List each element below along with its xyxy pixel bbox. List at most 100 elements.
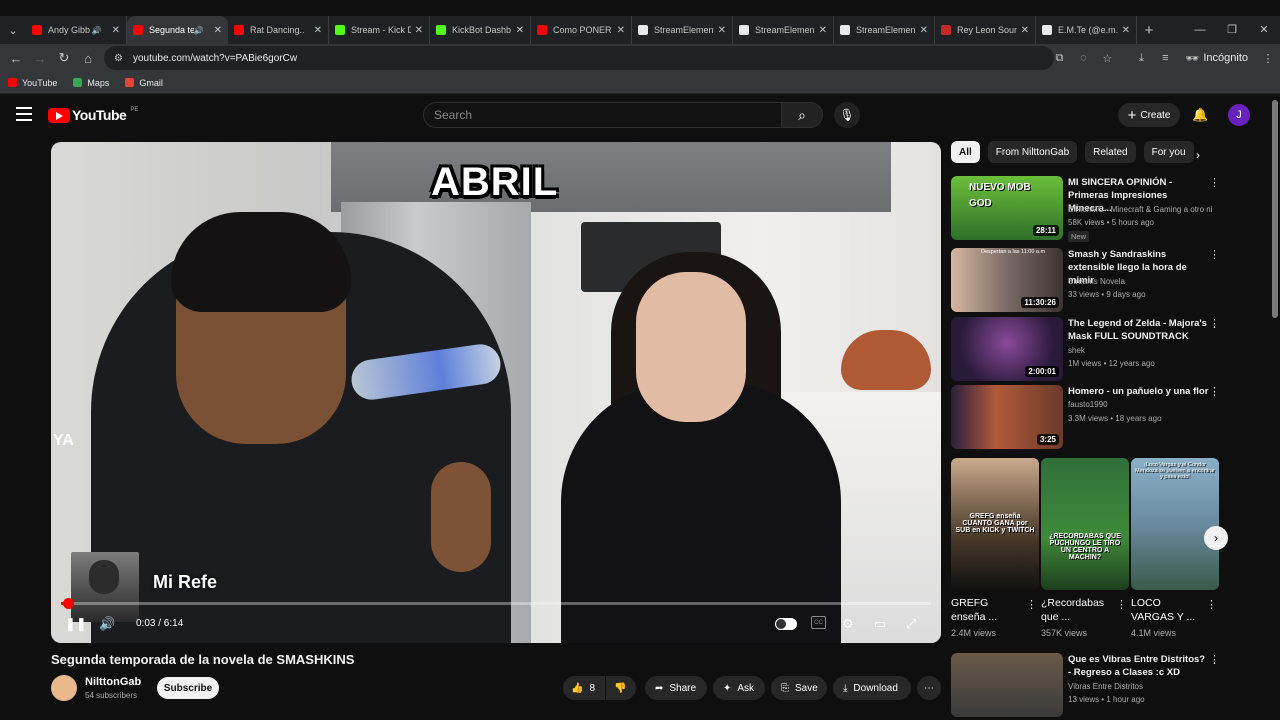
browser-tab[interactable]: StreamElemen ✕ xyxy=(733,16,834,44)
settings-gear-icon[interactable]: ⚙ xyxy=(842,616,854,632)
more-vertical-icon[interactable]: ⋮ xyxy=(1209,176,1220,189)
short-thumbnail[interactable]: GREFG enseña CUANTO GANA por SUB en KICK… xyxy=(951,458,1039,590)
recommended-video[interactable]: Despertan a las 11:00 a.m 11:30:26 Smash… xyxy=(951,248,1221,312)
video-player[interactable]: ABRIL YA Mi Refe ❚❚ 🔊 0:03 / 6:14 CC ⚙ ▭… xyxy=(51,142,941,643)
progress-bar[interactable] xyxy=(61,598,931,609)
video-thumbnail[interactable]: Despertan a las 11:00 a.m 11:30:26 xyxy=(951,248,1063,312)
restore-icon[interactable]: ❐ xyxy=(1216,16,1248,44)
like-button[interactable]: 👍 8 xyxy=(563,676,605,700)
subscribe-button[interactable]: Subscribe xyxy=(157,677,219,699)
more-vertical-icon[interactable]: ⋮ xyxy=(1209,385,1220,398)
tab-close-icon[interactable]: ✕ xyxy=(1122,25,1130,36)
more-vertical-icon[interactable]: ⋮ xyxy=(1209,248,1220,261)
create-button[interactable]: + Create xyxy=(1118,103,1180,127)
browser-tab[interactable]: Rey Leon Soun ✕ xyxy=(935,16,1036,44)
minimize-icon[interactable]: — xyxy=(1184,16,1216,44)
translate-icon[interactable]: ⧉ xyxy=(1047,52,1071,65)
eye-off-icon[interactable]: ◌ xyxy=(1071,52,1095,64)
recommended-video[interactable]: 2:00:01 The Legend of Zelda - Majora's M… xyxy=(951,317,1221,381)
tab-close-icon[interactable]: ✕ xyxy=(415,25,423,36)
page-scrollbar[interactable] xyxy=(1272,100,1278,318)
chip-all[interactable]: All xyxy=(951,141,980,163)
more-vertical-icon[interactable]: ⋮ xyxy=(1116,598,1127,611)
short-card[interactable]: ¿RECORDABAS QUE PUCHUNGO LE TIRO UN CENT… xyxy=(1041,458,1129,638)
tab-audio-icon[interactable]: 🔊 xyxy=(92,26,102,35)
bookmark-maps[interactable]: Maps xyxy=(73,78,109,88)
share-button[interactable]: ➦ Share xyxy=(645,676,707,700)
shorts-next-button[interactable]: › xyxy=(1204,526,1228,550)
tab-close-icon[interactable]: ✕ xyxy=(214,25,222,36)
bookmark-gmail[interactable]: Gmail xyxy=(125,78,163,88)
new-tab-button[interactable]: + xyxy=(1137,22,1161,39)
volume-icon[interactable]: 🔊 xyxy=(99,616,115,632)
channel-avatar[interactable] xyxy=(51,675,77,701)
chevron-right-icon[interactable]: › xyxy=(1196,148,1200,162)
tab-search-button[interactable]: ⌄ xyxy=(0,16,26,44)
tab-close-icon[interactable]: ✕ xyxy=(920,25,928,36)
ask-button[interactable]: ✦ Ask xyxy=(713,676,765,700)
browser-tab[interactable]: E.M.Te (@e.m.t ✕ xyxy=(1036,16,1137,44)
recommended-video[interactable]: NUEVO MOB GOD 28:11 MI SINCERA OPINIÓN -… xyxy=(951,176,1221,242)
captions-icon[interactable]: CC xyxy=(811,616,826,629)
progress-scrubber[interactable] xyxy=(62,598,74,609)
chip-from-channel[interactable]: From NilttonGab xyxy=(987,141,1078,163)
more-vertical-icon[interactable]: ⋮ xyxy=(1209,653,1220,666)
close-window-icon[interactable]: ✕ xyxy=(1248,16,1280,44)
account-avatar[interactable]: J xyxy=(1228,104,1250,126)
short-thumbnail[interactable]: ¿RECORDABAS QUE PUCHUNGO LE TIRO UN CENT… xyxy=(1041,458,1129,590)
recommended-video[interactable]: Que es Vibras Entre Distritos? - Regreso… xyxy=(951,653,1221,717)
short-card[interactable]: GREFG enseña CUANTO GANA por SUB en KICK… xyxy=(951,458,1039,638)
more-actions-button[interactable]: ⋯ xyxy=(917,676,941,700)
tab-close-icon[interactable]: ✕ xyxy=(718,25,726,36)
tab-close-icon[interactable]: ✕ xyxy=(819,25,827,36)
fullscreen-icon[interactable]: ⤢ xyxy=(906,616,916,632)
video-thumbnail[interactable]: 2:00:01 xyxy=(951,317,1063,381)
browser-menu-icon[interactable]: ⋮ xyxy=(1256,52,1280,65)
tab-close-icon[interactable]: ✕ xyxy=(617,25,625,36)
pause-icon[interactable]: ❚❚ xyxy=(65,616,87,632)
browser-tab[interactable]: Stream - Kick D ✕ xyxy=(329,16,430,44)
tab-close-icon[interactable]: ✕ xyxy=(112,25,120,36)
video-thumbnail[interactable]: 3:25 xyxy=(951,385,1063,449)
chip-related[interactable]: Related xyxy=(1085,141,1136,163)
short-card[interactable]: ¡Loco Vargas y el Condor Mendoza se vuel… xyxy=(1131,458,1219,638)
bookmark-youtube[interactable]: YouTube xyxy=(8,78,57,88)
incognito-indicator[interactable]: 🕶 Incógnito xyxy=(1177,52,1256,65)
bookmark-star-icon[interactable]: ☆ xyxy=(1095,52,1119,65)
tab-audio-icon[interactable]: 🔊 xyxy=(194,26,204,35)
browser-tab[interactable]: Segunda te 🔊 ✕ xyxy=(127,16,228,44)
forward-icon[interactable]: → xyxy=(28,51,52,66)
browser-tab[interactable]: Andy Gibb 🔊 ✕ xyxy=(26,16,127,44)
tab-close-icon[interactable]: ✕ xyxy=(314,25,322,36)
autoplay-toggle[interactable] xyxy=(775,618,797,630)
search-input[interactable]: Search xyxy=(423,102,782,128)
site-info-icon[interactable]: ⚙ xyxy=(114,53,123,64)
save-button[interactable]: ⎘ Save xyxy=(771,676,827,700)
browser-tab[interactable]: Como PONER ✕ xyxy=(531,16,632,44)
channel-name[interactable]: NilttonGab xyxy=(85,676,141,688)
more-vertical-icon[interactable]: ⋮ xyxy=(1209,317,1220,330)
download-icon[interactable]: ⤓ xyxy=(1129,52,1153,65)
short-thumbnail[interactable]: ¡Loco Vargas y el Condor Mendoza se vuel… xyxy=(1131,458,1219,590)
recommended-video[interactable]: 3:25 Homero - un pañuelo y una flor faus… xyxy=(951,385,1221,449)
notifications-bell-icon[interactable]: 🔔 xyxy=(1192,107,1208,123)
tab-close-icon[interactable]: ✕ xyxy=(516,25,524,36)
download-button[interactable]: ⤓ Download xyxy=(833,676,911,700)
voice-search-button[interactable]: 🎙 xyxy=(834,102,860,128)
browser-tab[interactable]: Rat Dancing.. ✕ xyxy=(228,16,329,44)
back-icon[interactable]: ← xyxy=(4,51,28,66)
media-control-icon[interactable]: ≡ xyxy=(1153,52,1177,64)
youtube-logo[interactable]: YouTube PE xyxy=(48,107,138,123)
video-thumbnail[interactable] xyxy=(951,653,1063,717)
home-icon[interactable]: ⌂ xyxy=(76,51,100,66)
tab-close-icon[interactable]: ✕ xyxy=(1021,25,1029,36)
chip-for-you[interactable]: For you xyxy=(1143,141,1194,163)
more-vertical-icon[interactable]: ⋮ xyxy=(1026,598,1037,611)
dislike-button[interactable]: 👎 xyxy=(606,676,636,700)
reload-icon[interactable]: ↻ xyxy=(52,50,76,66)
theater-mode-icon[interactable]: ▭ xyxy=(874,616,886,632)
more-vertical-icon[interactable]: ⋮ xyxy=(1206,598,1217,611)
browser-tab[interactable]: StreamElemen ✕ xyxy=(834,16,935,44)
address-bar[interactable]: ⚙ youtube.com/watch?v=PABie6gorCw xyxy=(104,46,1054,70)
hamburger-menu-icon[interactable] xyxy=(16,107,32,121)
